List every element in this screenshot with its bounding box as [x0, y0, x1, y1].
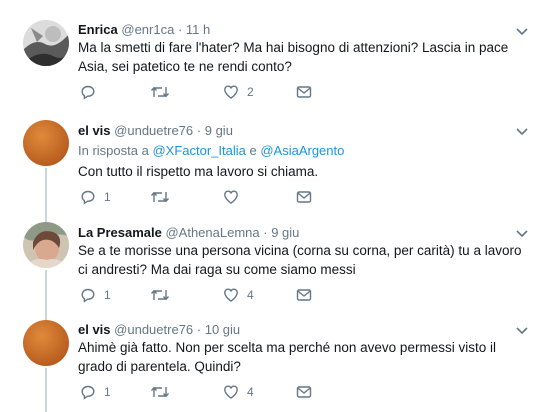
author-handle[interactable]: @unduetre76 [114, 322, 193, 337]
direct-message-button[interactable] [296, 84, 312, 100]
reply-icon [81, 288, 95, 303]
mention-link[interactable]: @XFactor_Italia [152, 143, 245, 158]
thread-line [45, 312, 47, 320]
separator: · [263, 225, 268, 240]
avatar[interactable] [23, 222, 69, 268]
direct-message-icon [296, 289, 312, 301]
thread-line [45, 270, 47, 312]
author-name[interactable]: Enrica [78, 22, 118, 37]
like-count: 4 [247, 385, 254, 399]
reply-icon [81, 385, 95, 400]
like-count: 4 [247, 288, 254, 302]
reply-button[interactable]: 1 [80, 384, 111, 400]
tweet-text: Ma la smetti di fare l'hater? Ma hai bis… [78, 40, 509, 74]
reply-button[interactable]: 1 [80, 189, 111, 205]
retweet-button[interactable] [150, 384, 170, 400]
timestamp[interactable]: 9 giu [205, 123, 233, 138]
like-icon [224, 85, 238, 99]
timestamp[interactable]: 11 h [186, 22, 210, 37]
like-button[interactable] [223, 189, 247, 205]
direct-message-button[interactable] [296, 189, 312, 205]
reply-context: In risposta a @XFactor_Italia e @AsiaArg… [78, 143, 344, 158]
mention-link[interactable]: @AsiaArgento [260, 143, 344, 158]
avatar[interactable] [23, 20, 69, 66]
thread-line [45, 214, 47, 222]
like-icon [224, 190, 238, 204]
author-handle[interactable]: @unduetre76 [114, 123, 193, 138]
avatar[interactable] [23, 120, 69, 166]
tweet[interactable]: La Presamale @AthenaLemna · 9 giu Se a t… [0, 214, 551, 313]
reply-icon [81, 85, 95, 100]
timestamp[interactable]: 10 giu [205, 322, 240, 337]
like-button[interactable]: 2 [223, 84, 254, 100]
tweet[interactable]: el vis @unduetre76 · 10 giu Ahimè già fa… [0, 312, 551, 412]
retweet-button[interactable] [150, 84, 178, 100]
reply-icon [81, 190, 95, 205]
retweet-icon [150, 191, 170, 203]
retweet-icon [150, 386, 170, 398]
retweet-button[interactable] [150, 287, 170, 303]
like-button[interactable]: 4 [223, 287, 254, 303]
tweet-feed: Enrica @enr1ca · 11 h Ma la smetti di fa… [0, 0, 551, 412]
like-button[interactable]: 4 [223, 384, 254, 400]
author-handle[interactable]: @enr1ca [121, 22, 174, 37]
thread-line [45, 368, 47, 412]
author-name[interactable]: La Presamale [78, 225, 162, 240]
chevron-down-icon[interactable] [515, 325, 529, 335]
direct-message-icon [296, 191, 312, 203]
direct-message-icon [296, 86, 312, 98]
retweet-button[interactable] [150, 189, 170, 205]
separator: · [196, 322, 202, 337]
tweet-text: Ahimè già fatto. Non per scelta ma perch… [78, 340, 496, 374]
tweet[interactable]: Enrica @enr1ca · 11 h Ma la smetti di fa… [0, 0, 551, 113]
reply-button[interactable]: 1 [80, 287, 111, 303]
chevron-down-icon[interactable] [515, 26, 529, 36]
chevron-down-icon[interactable] [515, 126, 529, 136]
reply-prefix: In risposta a [78, 143, 149, 158]
retweet-icon [150, 289, 170, 301]
author-name[interactable]: el vis [78, 123, 111, 138]
reply-count: 1 [104, 385, 111, 399]
avatar[interactable] [23, 320, 69, 366]
direct-message-button[interactable] [296, 384, 312, 400]
direct-message-icon [296, 386, 312, 398]
thread-line [45, 168, 47, 214]
author-handle[interactable]: @AthenaLemna [165, 225, 259, 240]
reply-conjunction: e [249, 143, 257, 158]
reply-button[interactable] [80, 84, 104, 100]
tweet[interactable]: el vis @unduetre76 · 9 giu In risposta a… [0, 112, 551, 215]
tweet-text: Se a te morisse una persona vicina (corn… [78, 243, 522, 277]
timestamp[interactable]: 9 giu [271, 225, 299, 240]
retweet-icon [150, 86, 170, 98]
reply-count: 1 [104, 190, 111, 204]
separator: · [177, 22, 183, 37]
reply-count: 1 [104, 288, 111, 302]
like-icon [224, 385, 238, 399]
like-count: 2 [247, 85, 254, 99]
chevron-down-icon[interactable] [515, 228, 529, 238]
direct-message-button[interactable] [296, 287, 312, 303]
like-icon [224, 288, 238, 302]
author-name[interactable]: el vis [78, 322, 111, 337]
tweet-text: Con tutto il rispetto ma lavoro si chiam… [78, 164, 319, 179]
separator: · [196, 123, 202, 138]
